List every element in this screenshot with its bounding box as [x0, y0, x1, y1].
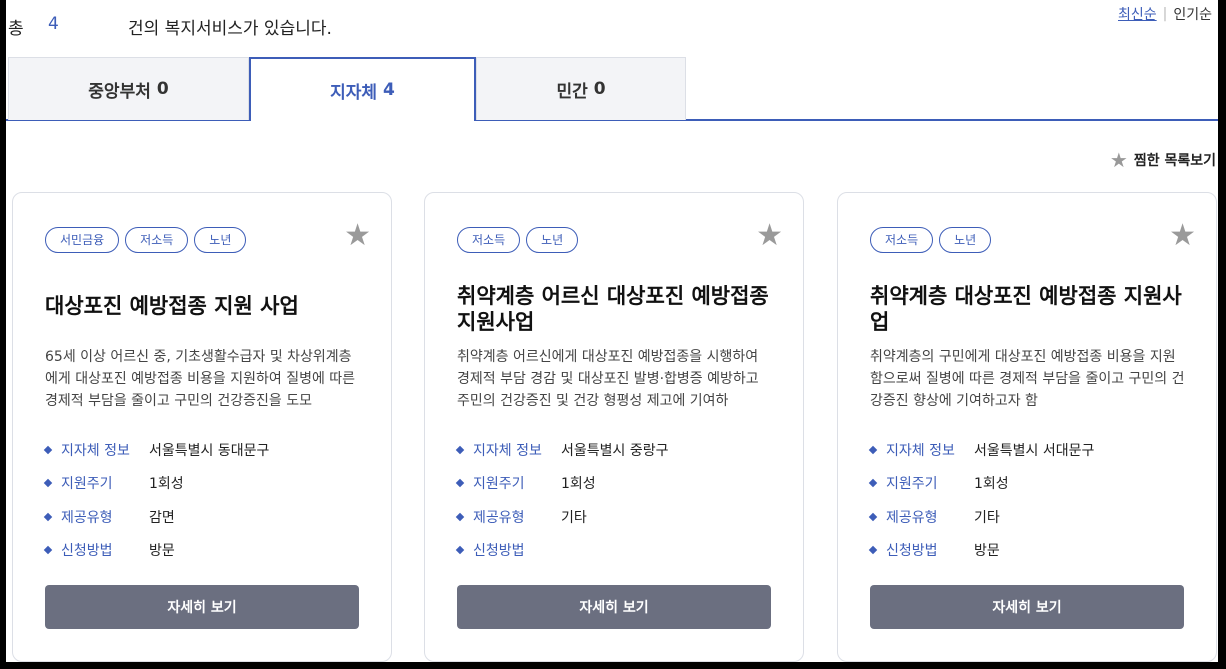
card-title[interactable]: 취약계층 어르신 대상포진 예방접종 지원사업 [457, 283, 775, 335]
tag[interactable]: 노년 [526, 227, 579, 253]
info-key: 신청방법 [473, 543, 525, 560]
tab-label: 지자체 [330, 82, 378, 103]
card-description: 65세 이상 어르신 중, 기초생활수급자 및 차상위계층에게 대상포진 예방접… [45, 349, 356, 409]
card-title[interactable]: 취약계층 대상포진 예방접종 지원사업 [870, 283, 1188, 335]
star-icon[interactable]: ★ [344, 221, 371, 251]
info-region: 지자체 정보 서울특별시 중랑구 [455, 433, 669, 467]
bullet-icon [455, 445, 465, 454]
info-method: 신청방법 방문 [43, 534, 269, 568]
info-cycle: 지원주기 1회성 [868, 467, 1094, 501]
info-key: 제공유형 [61, 509, 113, 526]
bullet-icon [43, 546, 53, 555]
sort-divider: | [1162, 6, 1168, 22]
favorites-link[interactable]: ★ 찜한 목록보기 [1110, 148, 1216, 172]
info-key: 지원주기 [886, 476, 938, 493]
star-icon[interactable]: ★ [756, 221, 783, 251]
info-value: 1회성 [974, 476, 1009, 493]
tag[interactable]: 서민금융 [45, 227, 120, 253]
info-key: 제공유형 [473, 509, 525, 526]
bullet-icon [455, 479, 465, 488]
info-key: 신청방법 [61, 543, 113, 560]
sort-options: 최신순 | 인기순 [1118, 4, 1212, 24]
info-region: 지자체 정보 서울특별시 동대문구 [43, 433, 270, 467]
star-icon: ★ [1109, 148, 1128, 172]
tab-count: 4 [383, 80, 395, 100]
info-value: 기타 [561, 509, 587, 526]
card-description: 취약계층 어르신에게 대상포진 예방접종을 시행하여 경제적 부담 경감 및 대… [457, 349, 759, 409]
bullet-icon [455, 512, 465, 521]
info-value: 방문 [149, 543, 175, 560]
bullet-icon [455, 546, 465, 555]
info-type: 제공유형 기타 [455, 500, 669, 534]
bullet-icon [868, 512, 878, 521]
service-card: 저소득 노년 ★ 취약계층 어르신 대상포진 예방접종 지원사업 취약계층 어르… [424, 192, 804, 662]
sort-popular[interactable]: 인기순 [1173, 4, 1212, 24]
card-info: 지자체 정보 서울특별시 서대문구 지원주기 1회성 제공유형 기타 신청방법 방문 [868, 433, 1095, 568]
info-value: 1회성 [561, 476, 596, 493]
favorites-label: 찜한 목록보기 [1133, 153, 1216, 169]
card-info: 지자체 정보 서울특별시 동대문구 지원주기 1회성 제공유형 감면 신청방법 방문 [43, 433, 270, 568]
info-key: 지원주기 [473, 476, 525, 493]
info-key: 지자체 정보 [886, 442, 955, 459]
bullet-icon [868, 445, 878, 454]
sort-latest[interactable]: 최신순 [1118, 4, 1157, 24]
service-card: 저소득 노년 ★ 취약계층 대상포진 예방접종 지원사업 취약계층의 구민에게 … [837, 192, 1217, 662]
card-description: 취약계층의 구민에게 대상포진 예방접종 비용을 지원함으로써 질병에 따른 경… [870, 349, 1185, 409]
bullet-icon [43, 445, 53, 454]
info-value: 1회성 [149, 476, 184, 493]
card-title[interactable]: 대상포진 예방접종 지원 사업 [45, 293, 363, 319]
bullet-icon [43, 512, 53, 521]
tab-label: 민간 [556, 81, 588, 102]
tag-list: 저소득 노년 [457, 227, 579, 253]
category-tabs: 중앙부처 0 지자체 4 민간 0 [6, 57, 1218, 121]
tab-local[interactable]: 지자체 4 [249, 57, 476, 121]
info-method: 신청방법 방문 [868, 534, 1094, 568]
detail-button[interactable]: 자세히 보기 [870, 585, 1184, 629]
info-cycle: 지원주기 1회성 [43, 467, 269, 501]
detail-button[interactable]: 자세히 보기 [457, 585, 771, 629]
card-info: 지자체 정보 서울특별시 중랑구 지원주기 1회성 제공유형 기타 신청방법 [455, 433, 669, 568]
info-value: 서울특별시 중랑구 [561, 442, 669, 459]
tag-list: 저소득 노년 [870, 227, 992, 253]
tag-list: 서민금융 저소득 노년 [45, 227, 247, 253]
service-card: 서민금융 저소득 노년 ★ 대상포진 예방접종 지원 사업 65세 이상 어르신… [12, 192, 392, 662]
bullet-icon [43, 479, 53, 488]
tag[interactable]: 저소득 [125, 227, 189, 253]
tab-count: 0 [593, 79, 606, 99]
info-value: 감면 [149, 509, 175, 526]
info-key: 제공유형 [886, 509, 938, 526]
tab-private[interactable]: 민간 0 [476, 57, 686, 120]
page: 총 4 건의 복지서비스가 있습니다. 최신순 | 인기순 중앙부처 0 지자체… [6, 0, 1218, 662]
star-icon[interactable]: ★ [1169, 221, 1196, 251]
info-key: 지원주기 [61, 476, 113, 493]
info-cycle: 지원주기 1회성 [455, 467, 669, 501]
info-method: 신청방법 [455, 534, 669, 568]
total-count: 4 [48, 14, 59, 34]
bullet-icon [868, 479, 878, 488]
info-value: 서울특별시 동대문구 [149, 442, 270, 459]
tag[interactable]: 저소득 [870, 227, 934, 253]
detail-button[interactable]: 자세히 보기 [45, 585, 359, 629]
info-value: 방문 [974, 543, 1000, 560]
tab-central[interactable]: 중앙부처 0 [8, 57, 249, 120]
info-key: 지자체 정보 [61, 442, 130, 459]
tab-label: 중앙부처 [88, 81, 151, 102]
info-value: 기타 [974, 509, 1000, 526]
info-type: 제공유형 감면 [43, 500, 269, 534]
info-key: 지자체 정보 [473, 442, 542, 459]
info-type: 제공유형 기타 [868, 500, 1094, 534]
tag[interactable]: 노년 [194, 227, 247, 253]
info-region: 지자체 정보 서울특별시 서대문구 [868, 433, 1095, 467]
total-suffix: 건의 복지서비스가 있습니다. [128, 19, 332, 39]
total-label: 총 [8, 19, 24, 39]
tab-count: 0 [156, 79, 169, 99]
tag[interactable]: 저소득 [457, 227, 521, 253]
info-key: 신청방법 [886, 543, 938, 560]
info-value: 서울특별시 서대문구 [974, 442, 1095, 459]
tag[interactable]: 노년 [939, 227, 992, 253]
bullet-icon [868, 546, 878, 555]
